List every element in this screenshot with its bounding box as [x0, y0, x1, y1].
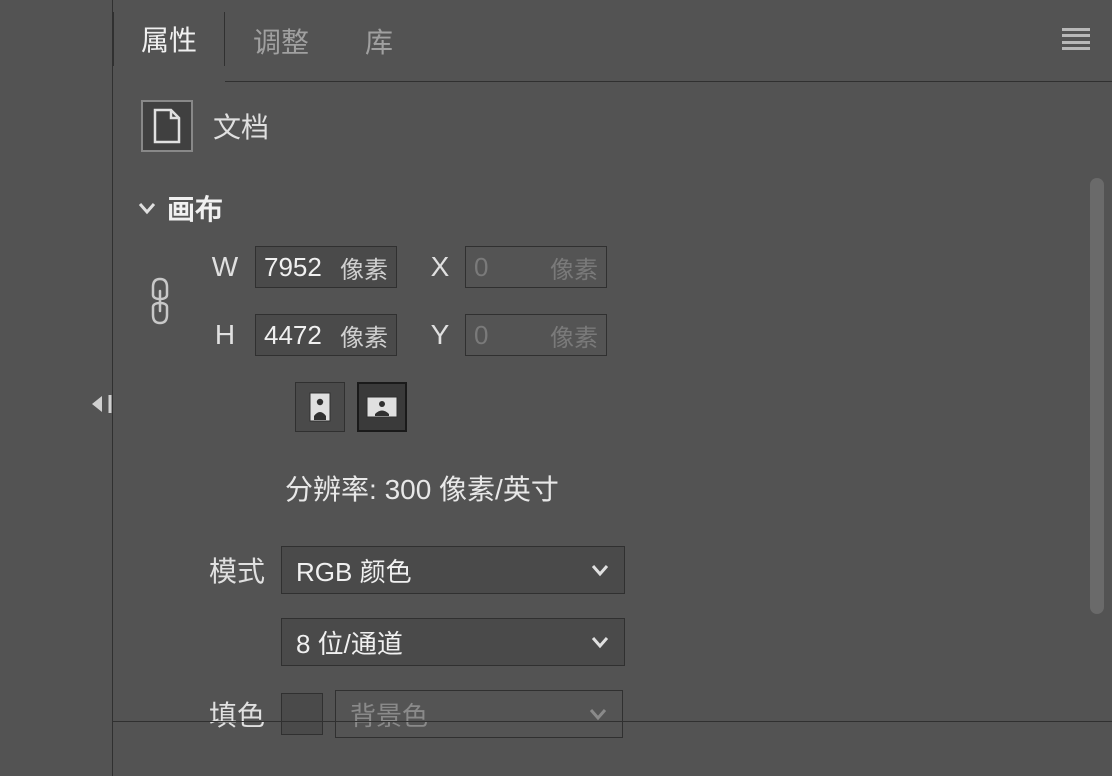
height-input[interactable]: 4472 像素: [255, 314, 397, 356]
height-row: H 4472 像素 Y 0 像素: [207, 314, 607, 356]
fill-select[interactable]: 背景色: [335, 690, 623, 738]
document-label: 文档: [213, 106, 269, 146]
panel-tabs: 属性 调整 库: [113, 0, 1112, 82]
y-unit: 像素: [550, 318, 598, 353]
bit-depth-select[interactable]: 8 位/通道: [281, 618, 625, 666]
x-unit: 像素: [550, 250, 598, 285]
orientation-landscape-button[interactable]: [357, 382, 407, 432]
width-unit: 像素: [340, 250, 388, 285]
fill-value: 背景色: [350, 696, 428, 733]
document-header: 文档: [113, 82, 1112, 170]
fill-swatch[interactable]: [281, 693, 323, 735]
panel-divider: [113, 721, 1112, 722]
vertical-scrollbar[interactable]: [1090, 178, 1104, 614]
resolution-text: 分辨率: 300 像素/英寸: [285, 468, 1112, 508]
chevron-down-icon: [137, 198, 157, 218]
height-label: H: [207, 319, 243, 351]
color-mode-value: RGB 颜色: [296, 552, 412, 589]
panel-content: 画布 W 7952 像素 X 0 像素: [113, 170, 1112, 738]
x-value: 0: [474, 252, 488, 283]
panel-menu-icon[interactable]: [1062, 28, 1090, 50]
fill-row: 填色 背景色: [113, 690, 1112, 738]
mode-row: 模式 RGB 颜色: [113, 546, 1112, 594]
link-wh-icon[interactable]: [148, 275, 172, 327]
dimension-rows: W 7952 像素 X 0 像素 H 4472 像素: [113, 246, 1112, 356]
canvas-section-header[interactable]: 画布: [113, 174, 1112, 246]
width-row: W 7952 像素 X 0 像素: [207, 246, 607, 288]
depth-row: 8 位/通道: [113, 618, 1112, 666]
orientation-portrait-button[interactable]: [295, 382, 345, 432]
canvas-section-label: 画布: [167, 188, 223, 228]
workspace-left-margin: [0, 0, 112, 776]
document-icon: [141, 100, 193, 152]
width-value: 7952: [264, 252, 322, 283]
tab-adjustments[interactable]: 调整: [225, 0, 337, 82]
orientation-buttons: [295, 382, 1112, 432]
chevron-down-icon: [590, 632, 610, 652]
y-input[interactable]: 0 像素: [465, 314, 607, 356]
width-label: W: [207, 251, 243, 283]
color-mode-select[interactable]: RGB 颜色: [281, 546, 625, 594]
width-input[interactable]: 7952 像素: [255, 246, 397, 288]
x-label: X: [427, 251, 453, 283]
fill-label: 填色: [113, 694, 281, 734]
mode-label: 模式: [113, 550, 281, 590]
tab-properties[interactable]: 属性: [113, 0, 225, 82]
y-value: 0: [474, 320, 488, 351]
chevron-down-icon: [590, 560, 610, 580]
properties-panel: 属性 调整 库 文档 画布: [112, 0, 1112, 776]
x-input[interactable]: 0 像素: [465, 246, 607, 288]
tab-libraries[interactable]: 库: [337, 0, 421, 82]
height-unit: 像素: [340, 318, 388, 353]
y-label: Y: [427, 319, 453, 351]
height-value: 4472: [264, 320, 322, 351]
bit-depth-value: 8 位/通道: [296, 624, 403, 661]
